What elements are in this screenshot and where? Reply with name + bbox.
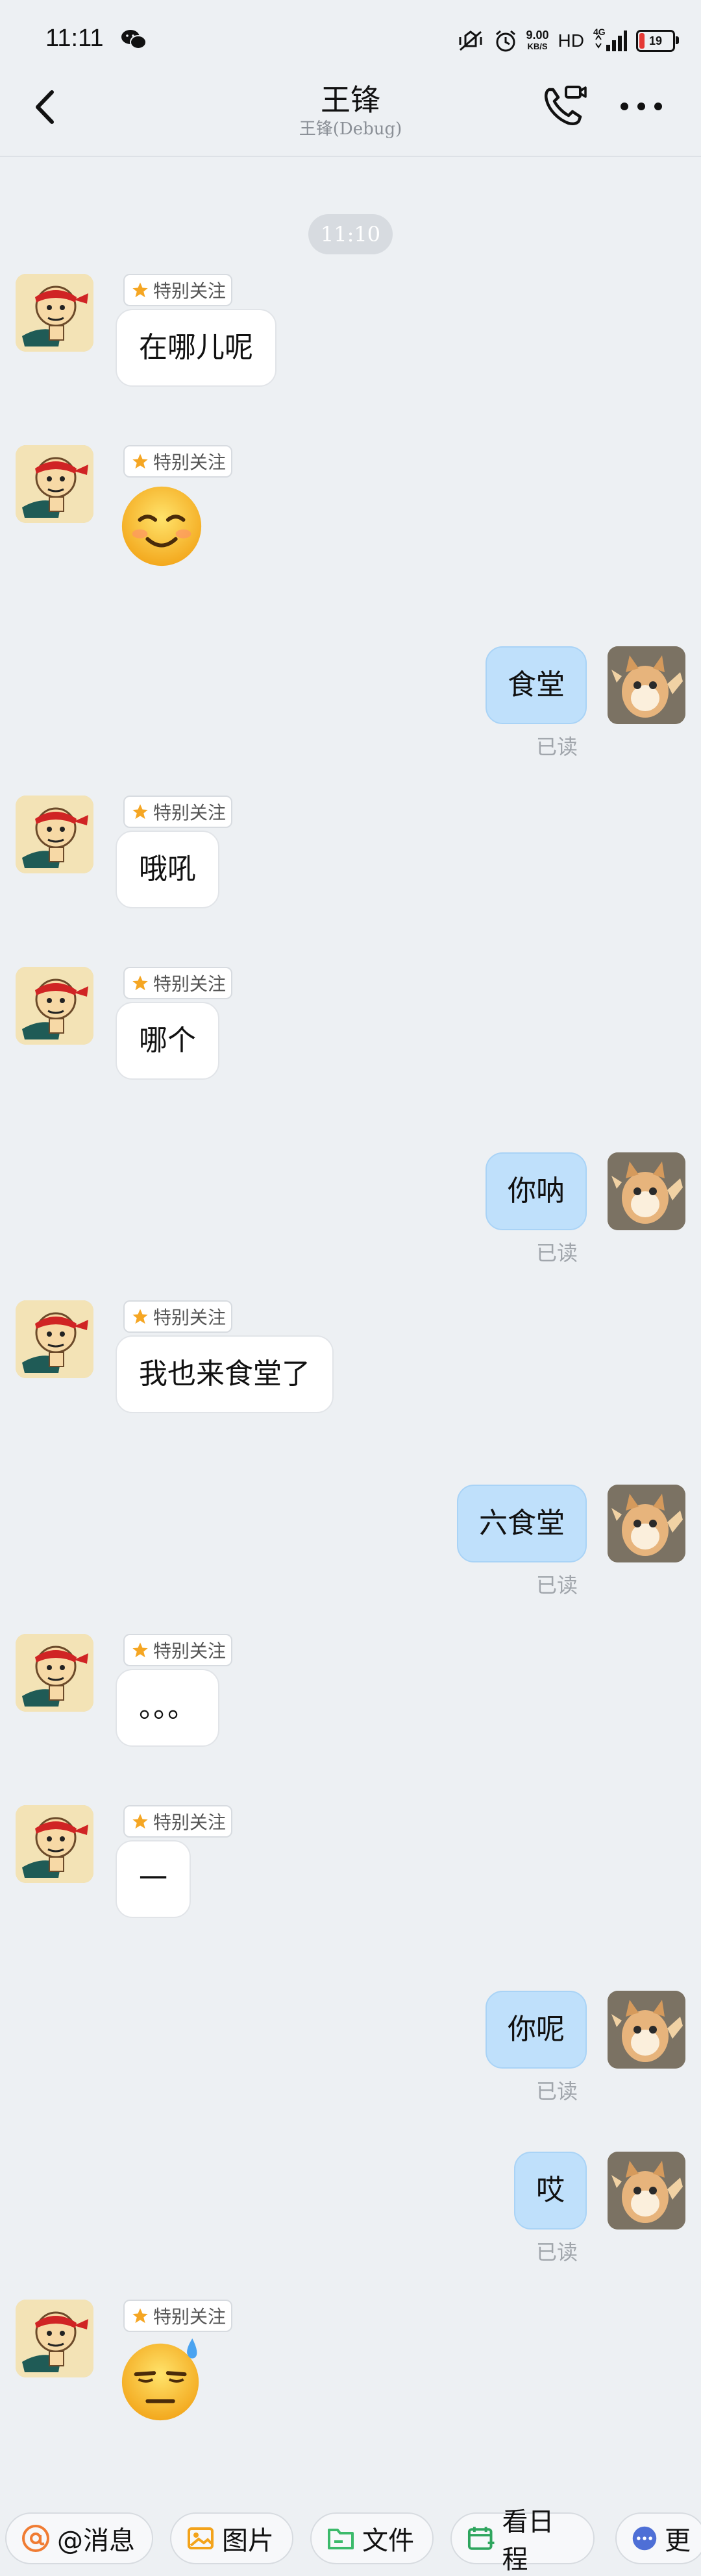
- image-icon: [188, 2527, 214, 2549]
- status-icons: 9.00 KB/S HD 4G 19: [456, 25, 679, 57]
- message-bubble[interactable]: 六食堂: [457, 1485, 587, 1562]
- contact-avatar[interactable]: [16, 2300, 93, 2377]
- special-follow-tag: 特别关注: [123, 274, 233, 306]
- tag-label: 特别关注: [153, 802, 227, 823]
- tag-label: 特别关注: [153, 280, 227, 302]
- image-button[interactable]: 图片: [170, 2512, 293, 2564]
- star-icon: [132, 2308, 148, 2324]
- unamused-sweat-emoji-icon[interactable]: [117, 2335, 206, 2424]
- at-icon: [22, 2525, 49, 2552]
- special-follow-tag: 特别关注: [123, 796, 233, 828]
- message-bubble[interactable]: 。。。: [116, 1669, 219, 1747]
- vibrate-mute-icon: [459, 30, 482, 51]
- special-follow-tag: 特别关注: [123, 1634, 233, 1666]
- battery-icon: 19: [636, 30, 679, 52]
- special-follow-tag: 特别关注: [123, 967, 233, 999]
- star-icon: [132, 1814, 148, 1829]
- at-message-button[interactable]: @消息: [5, 2512, 153, 2564]
- battery-level: 19: [648, 34, 663, 47]
- tag-label: 特别关注: [153, 1812, 227, 1833]
- contact-avatar[interactable]: [16, 1300, 93, 1378]
- hd-indicator: HD: [558, 30, 584, 51]
- special-follow-tag: 特别关注: [123, 1300, 233, 1333]
- at-message-label: @消息: [57, 2526, 135, 2556]
- chat-header: 王锋 王锋(Debug): [0, 71, 701, 157]
- more-actions-button[interactable]: 更: [615, 2512, 701, 2564]
- message-bubble[interactable]: 哎: [514, 2152, 587, 2230]
- tag-label: 特别关注: [153, 2306, 227, 2327]
- my-avatar[interactable]: [608, 1152, 685, 1230]
- more-circle-icon: [632, 2526, 657, 2551]
- contact-avatar[interactable]: [16, 445, 93, 523]
- read-receipt: 已读: [535, 1241, 578, 1265]
- calendar-add-icon: [467, 2527, 495, 2550]
- alarm-icon: [495, 30, 515, 52]
- message-bubble[interactable]: 在哪儿呢: [116, 309, 277, 387]
- contact-avatar[interactable]: [16, 1634, 93, 1712]
- read-receipt: 已读: [535, 2240, 578, 2265]
- contact-avatar[interactable]: [16, 274, 93, 352]
- my-avatar[interactable]: [608, 1485, 685, 1562]
- contact-avatar[interactable]: [16, 1805, 93, 1883]
- more-label: 更: [665, 2526, 691, 2556]
- message-bubble[interactable]: 我也来食堂了: [116, 1335, 334, 1413]
- quick-action-bar: @消息 图片 文件 看日程 更: [0, 2507, 701, 2575]
- message-bubble[interactable]: 一: [116, 1840, 191, 1918]
- read-receipt: 已读: [535, 1573, 578, 1598]
- status-bar: 11:11 9.00 KB/S HD 4G 19: [0, 0, 701, 83]
- network-speed: 9.00 KB/S: [526, 29, 549, 53]
- contact-avatar[interactable]: [16, 796, 93, 873]
- star-icon: [132, 975, 148, 991]
- network-speed-unit: KB/S: [527, 42, 548, 51]
- tag-label: 特别关注: [153, 1307, 227, 1328]
- message-bubble[interactable]: 哦吼: [116, 831, 219, 908]
- message-bubble[interactable]: 食堂: [486, 646, 587, 724]
- folder-icon: [328, 2529, 354, 2549]
- status-time: 11:11: [45, 25, 104, 52]
- file-label: 文件: [362, 2526, 414, 2556]
- message-bubble[interactable]: 你呐: [486, 1152, 587, 1230]
- star-icon: [132, 454, 148, 469]
- signal-icon: 4G: [593, 27, 627, 53]
- wechat-icon: [121, 30, 147, 49]
- star-icon: [132, 1309, 148, 1324]
- my-avatar[interactable]: [608, 646, 685, 724]
- read-receipt: 已读: [535, 2079, 578, 2104]
- message-timestamp: 11:10: [308, 214, 393, 254]
- star-icon: [132, 1642, 148, 1658]
- file-button[interactable]: 文件: [310, 2512, 434, 2564]
- phone-call-icon[interactable]: [540, 83, 587, 130]
- special-follow-tag: 特别关注: [123, 1805, 233, 1838]
- smiling-face-emoji-icon[interactable]: [117, 480, 206, 570]
- network-speed-value: 9.00: [526, 29, 549, 42]
- schedule-label: 看日程: [502, 2507, 554, 2575]
- star-icon: [132, 804, 148, 820]
- star-icon: [132, 282, 148, 298]
- contact-name: 王锋: [321, 82, 380, 117]
- image-label: 图片: [222, 2526, 274, 2556]
- message-bubble[interactable]: 哪个: [116, 1002, 219, 1080]
- more-menu-icon[interactable]: [618, 100, 665, 113]
- my-avatar[interactable]: [608, 1991, 685, 2069]
- tag-label: 特别关注: [153, 1640, 227, 1662]
- tag-label: 特别关注: [153, 973, 227, 995]
- contact-avatar[interactable]: [16, 967, 93, 1045]
- special-follow-tag: 特别关注: [123, 445, 233, 478]
- special-follow-tag: 特别关注: [123, 2300, 233, 2332]
- read-receipt: 已读: [535, 735, 578, 759]
- schedule-button[interactable]: 看日程: [450, 2507, 595, 2575]
- my-avatar[interactable]: [608, 2152, 685, 2230]
- contact-subtitle: 王锋(Debug): [299, 119, 402, 139]
- message-bubble[interactable]: 你呢: [486, 1991, 587, 2069]
- tag-label: 特别关注: [153, 452, 227, 473]
